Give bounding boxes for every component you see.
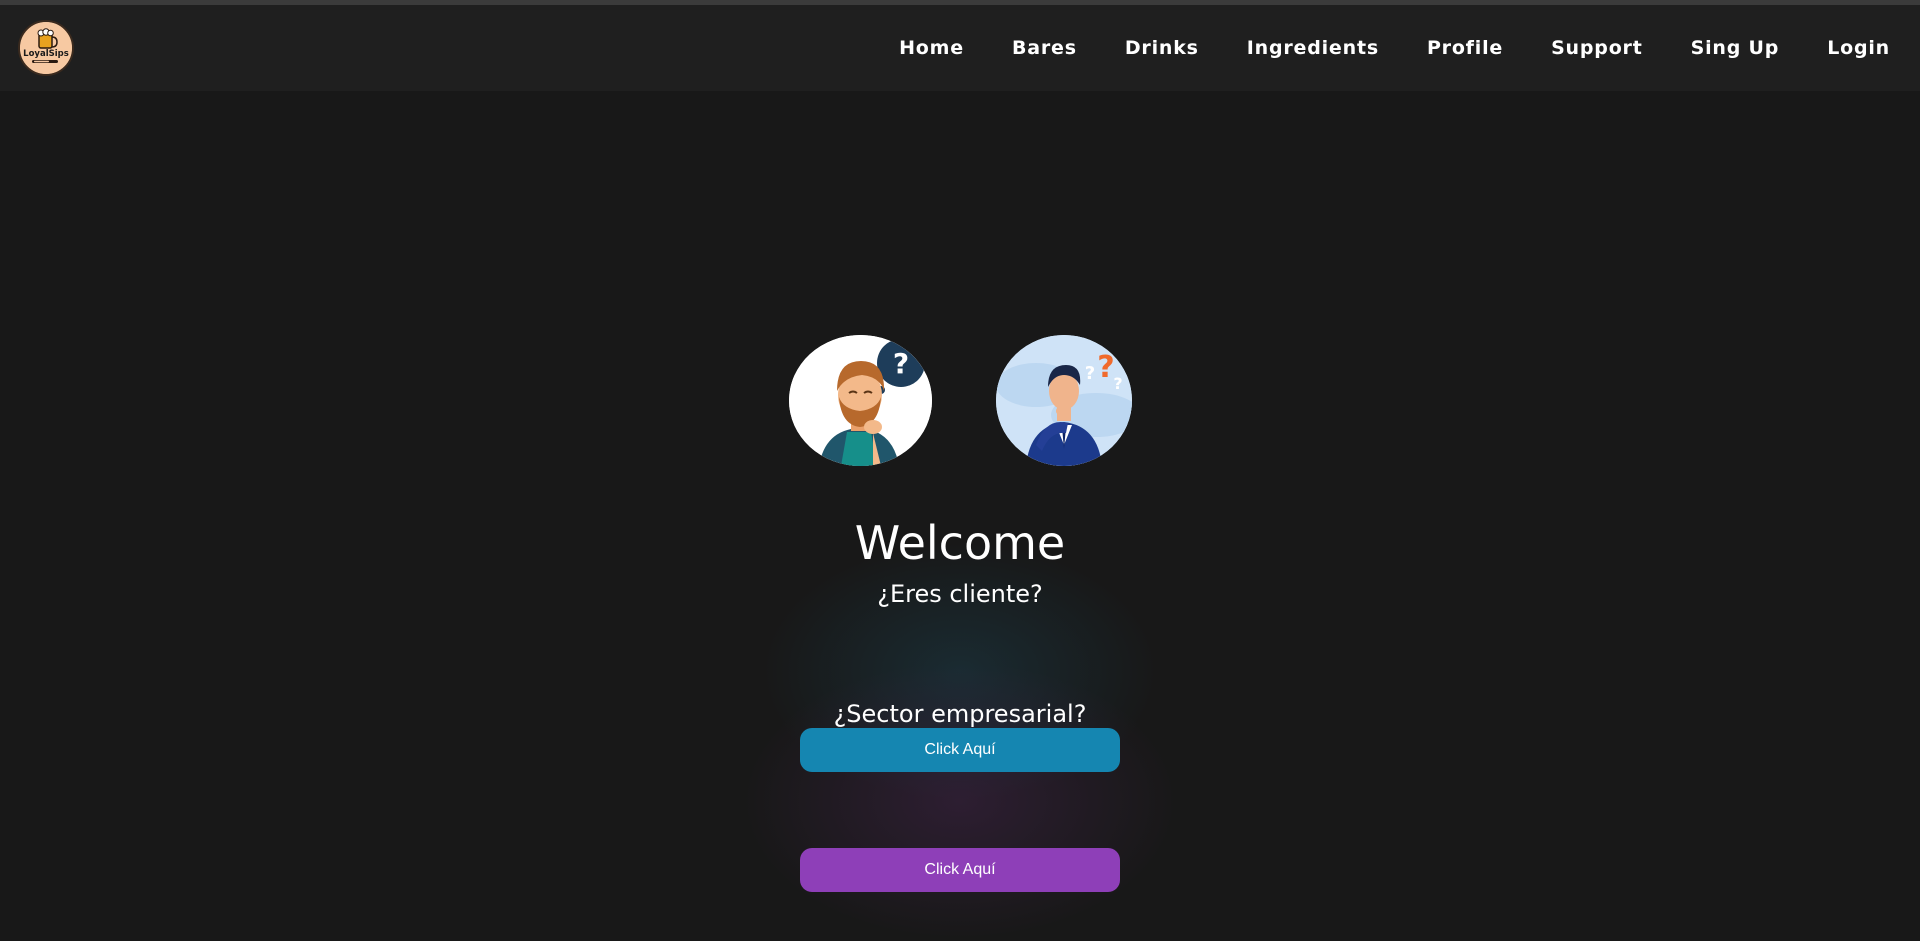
welcome-heading: Welcome [854, 516, 1066, 570]
logo-text: LoyalSips [23, 49, 69, 59]
main-content: ? ? ? ? Welcome ¿Eres cliente? Click Aqu… [0, 91, 1920, 941]
navbar: LoyalSips Home Bares Drinks Ingredients … [0, 5, 1920, 91]
nav-home-link[interactable]: Home [899, 37, 964, 59]
nav-support-link[interactable]: Support [1551, 37, 1643, 59]
svg-text:?: ? [1097, 350, 1114, 385]
nav-signup-link[interactable]: Sing Up [1691, 37, 1780, 59]
client-question: ¿Eres cliente? [877, 580, 1043, 608]
business-click-here-button[interactable]: Click Aquí [800, 848, 1120, 892]
beer-mug-icon: LoyalSips [20, 22, 72, 74]
svg-text:?: ? [893, 347, 909, 380]
nav-login-link[interactable]: Login [1827, 37, 1890, 59]
svg-text:?: ? [1085, 363, 1095, 384]
business-question: ¿Sector empresarial? [833, 700, 1087, 728]
nav-ingredients-link[interactable]: Ingredients [1247, 37, 1379, 59]
main-navigation: Home Bares Drinks Ingredients Profile Su… [851, 5, 1890, 91]
nav-profile-link[interactable]: Profile [1427, 37, 1503, 59]
loyalsips-logo[interactable]: LoyalSips [18, 20, 74, 76]
thinking-businessman-icon: ? ? ? [996, 335, 1132, 466]
nav-bares-link[interactable]: Bares [1012, 37, 1077, 59]
client-click-here-button[interactable]: Click Aquí [800, 728, 1120, 772]
thinking-man-icon: ? [789, 335, 932, 466]
client-illustration: ? [789, 335, 932, 466]
business-illustration: ? ? ? [996, 335, 1132, 466]
nav-drinks-link[interactable]: Drinks [1125, 37, 1199, 59]
svg-text:?: ? [1113, 374, 1122, 393]
